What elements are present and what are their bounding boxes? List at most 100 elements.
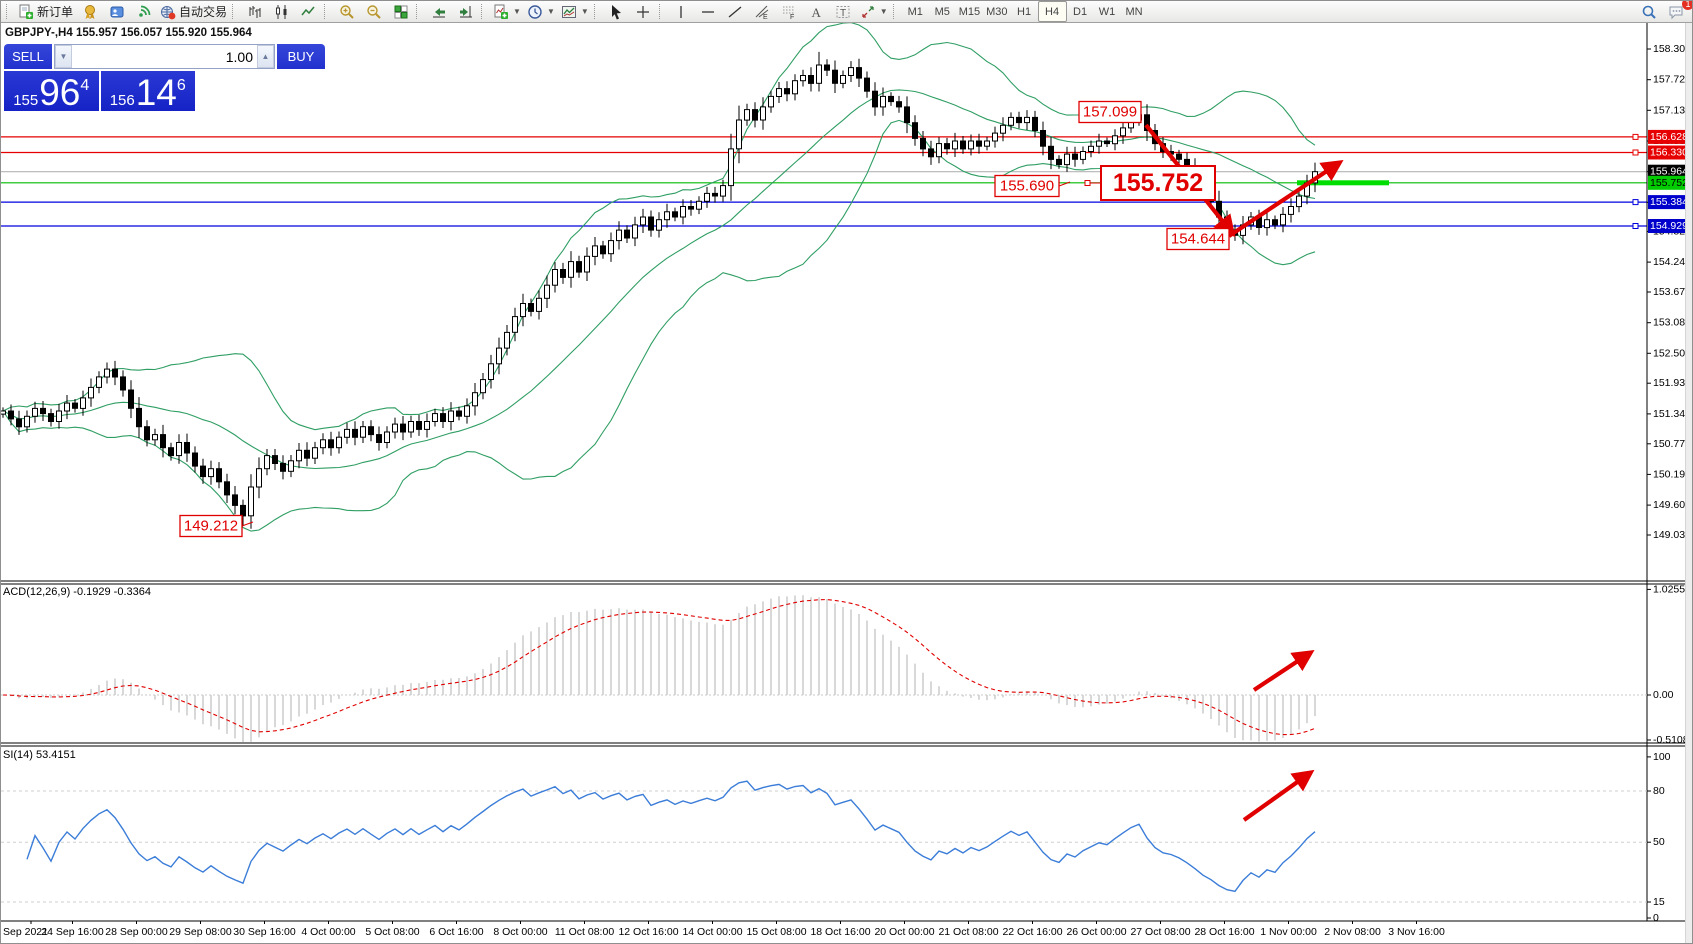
sell-price-sup: 4	[80, 77, 90, 94]
tf-m1-button[interactable]: M1	[902, 2, 929, 21]
chevron-down-icon: ▼	[546, 7, 555, 16]
toolbar-grip	[324, 4, 329, 19]
tile-windows-icon	[393, 4, 409, 20]
svg-text:8 Oct 00:00: 8 Oct 00:00	[493, 926, 547, 938]
svg-text:F: F	[790, 14, 794, 20]
chevron-down-icon: ▼	[580, 7, 589, 16]
line-handle[interactable]	[1632, 133, 1639, 140]
crosshair-button[interactable]	[630, 2, 657, 21]
line-handle[interactable]	[1632, 149, 1639, 156]
chart-area[interactable]: 158.305157.720157.135156.550155.965155.3…	[1, 23, 1693, 944]
chat-button[interactable]: 1	[1662, 1, 1692, 21]
text-label-icon: T	[835, 4, 851, 20]
zoom-in-icon	[339, 4, 355, 20]
zoom-in-button[interactable]	[333, 2, 360, 21]
candle-chart-button[interactable]	[268, 2, 295, 21]
buy-button[interactable]: BUY	[277, 44, 325, 69]
tf-m1-button-label: M1	[907, 5, 923, 18]
volume-input[interactable]	[72, 45, 257, 68]
tf-d1-button[interactable]: D1	[1067, 2, 1094, 21]
tf-m15-button[interactable]: M15	[956, 2, 983, 21]
community-button[interactable]	[103, 2, 130, 21]
svg-text:A: A	[812, 5, 822, 20]
text-button[interactable]: A	[803, 2, 830, 21]
hline-icon	[700, 4, 716, 20]
autotrade-button[interactable]: 自动交易	[157, 2, 230, 21]
svg-text:28 Sep 00:00: 28 Sep 00:00	[105, 926, 168, 938]
chevron-down-icon: ▼	[879, 7, 888, 16]
search-icon	[1641, 4, 1657, 20]
text-label-button[interactable]: T	[830, 2, 857, 21]
tf-h4-button-label: H4	[1045, 5, 1060, 18]
tf-m30-button-label: M30	[986, 5, 1008, 18]
svg-text:22 Oct 16:00: 22 Oct 16:00	[1002, 926, 1062, 938]
toolbar: 新订单 自动交易 ▼ ▼ ▼ E F A T ▼ M1 M5 M15 M30 H1 H4 D1 W1 MN 1	[1, 1, 1692, 23]
indicators-button[interactable]: ▼	[490, 2, 524, 21]
fibo-expansion-button[interactable]: E	[749, 2, 776, 21]
candle-chart-icon	[274, 4, 290, 20]
zoom-out-button[interactable]	[360, 2, 387, 21]
deposit-button[interactable]	[76, 2, 103, 21]
volume-increase-button[interactable]: ▲	[257, 45, 274, 68]
signals-icon	[136, 4, 152, 20]
svg-text:1.0255: 1.0255	[1653, 583, 1685, 595]
svg-text:155.690: 155.690	[1000, 178, 1054, 195]
chevron-down-icon: ▼	[513, 7, 521, 16]
svg-text:14 Oct 00:00: 14 Oct 00:00	[682, 926, 742, 938]
svg-text:156.330: 156.330	[1650, 147, 1688, 159]
svg-text:-0.5108: -0.5108	[1653, 734, 1689, 746]
terminal-window: 新订单 自动交易 ▼ ▼ ▼ E F A T ▼ M1 M5 M15 M30 H1 H4 D1 W1 MN 1 15 8…	[0, 0, 1693, 944]
trendline-button[interactable]	[722, 2, 749, 21]
tf-m30-button[interactable]: M30	[983, 2, 1010, 21]
cursor-button[interactable]	[603, 2, 630, 21]
bar-chart-button[interactable]	[241, 2, 268, 21]
svg-text:100: 100	[1653, 751, 1671, 763]
svg-text:0: 0	[1653, 912, 1659, 924]
sell-price[interactable]: 155 96 4	[4, 71, 99, 111]
macd-indicator-label: ACD(12,26,9) -0.1929 -0.3364	[3, 586, 151, 598]
tile-windows-button[interactable]	[387, 2, 414, 21]
tf-mn-button-label: MN	[1125, 5, 1143, 18]
svg-text:26 Oct 00:00: 26 Oct 00:00	[1066, 926, 1126, 938]
tf-h1-button[interactable]: H1	[1011, 2, 1038, 21]
zoom-out-icon	[366, 4, 382, 20]
svg-text:2 Nov 08:00: 2 Nov 08:00	[1324, 926, 1381, 938]
chart-title: GBPJPY-,H4 155.957 156.057 155.920 155.9…	[5, 27, 252, 39]
search-button[interactable]	[1635, 2, 1662, 21]
tf-h4-button[interactable]: H4	[1037, 1, 1067, 22]
chart-shift-button[interactable]	[452, 2, 479, 21]
svg-text:149.212: 149.212	[184, 518, 238, 535]
svg-text:11 Oct 08:00: 11 Oct 08:00	[555, 926, 615, 938]
new-order-button[interactable]: 新订单	[15, 2, 76, 21]
cursor-icon	[608, 4, 624, 20]
line-chart-button[interactable]	[295, 2, 322, 21]
volume-decrease-button[interactable]: ▼	[55, 45, 72, 68]
svg-text:E: E	[763, 14, 768, 20]
svg-text:15 Oct 08:00: 15 Oct 08:00	[746, 926, 806, 938]
line-handle[interactable]	[1632, 199, 1639, 206]
new-order-icon	[18, 4, 34, 20]
tf-mn-button[interactable]: MN	[1121, 2, 1148, 21]
svg-text:24 Sep 16:00: 24 Sep 16:00	[41, 926, 104, 938]
vline-button[interactable]	[668, 2, 695, 21]
chat-icon	[1668, 4, 1684, 20]
new-order-button-label: 新订单	[37, 5, 74, 19]
hline-button[interactable]	[695, 2, 722, 21]
sell-price-prefix: 155	[13, 92, 39, 109]
tf-h1-button-label: H1	[1017, 5, 1032, 18]
auto-scroll-button[interactable]	[425, 2, 452, 21]
arrows-button[interactable]: ▼	[857, 2, 891, 21]
line-chart-icon	[300, 4, 317, 20]
signals-button[interactable]	[130, 2, 157, 21]
tf-m5-button[interactable]: M5	[929, 2, 956, 21]
periods-button[interactable]: ▼	[524, 2, 558, 21]
svg-text:0.00: 0.00	[1653, 689, 1674, 701]
templates-button[interactable]: ▼	[558, 2, 592, 21]
buy-price[interactable]: 156 14 6	[100, 71, 195, 111]
tf-w1-button[interactable]: W1	[1094, 2, 1121, 21]
tf-d1-button-label: D1	[1073, 5, 1088, 18]
fibo-retracement-button[interactable]: F	[776, 2, 803, 21]
autotrade-button-label: 自动交易	[179, 5, 228, 19]
line-handle[interactable]	[1632, 223, 1639, 229]
sell-button[interactable]: SELL	[4, 44, 52, 69]
